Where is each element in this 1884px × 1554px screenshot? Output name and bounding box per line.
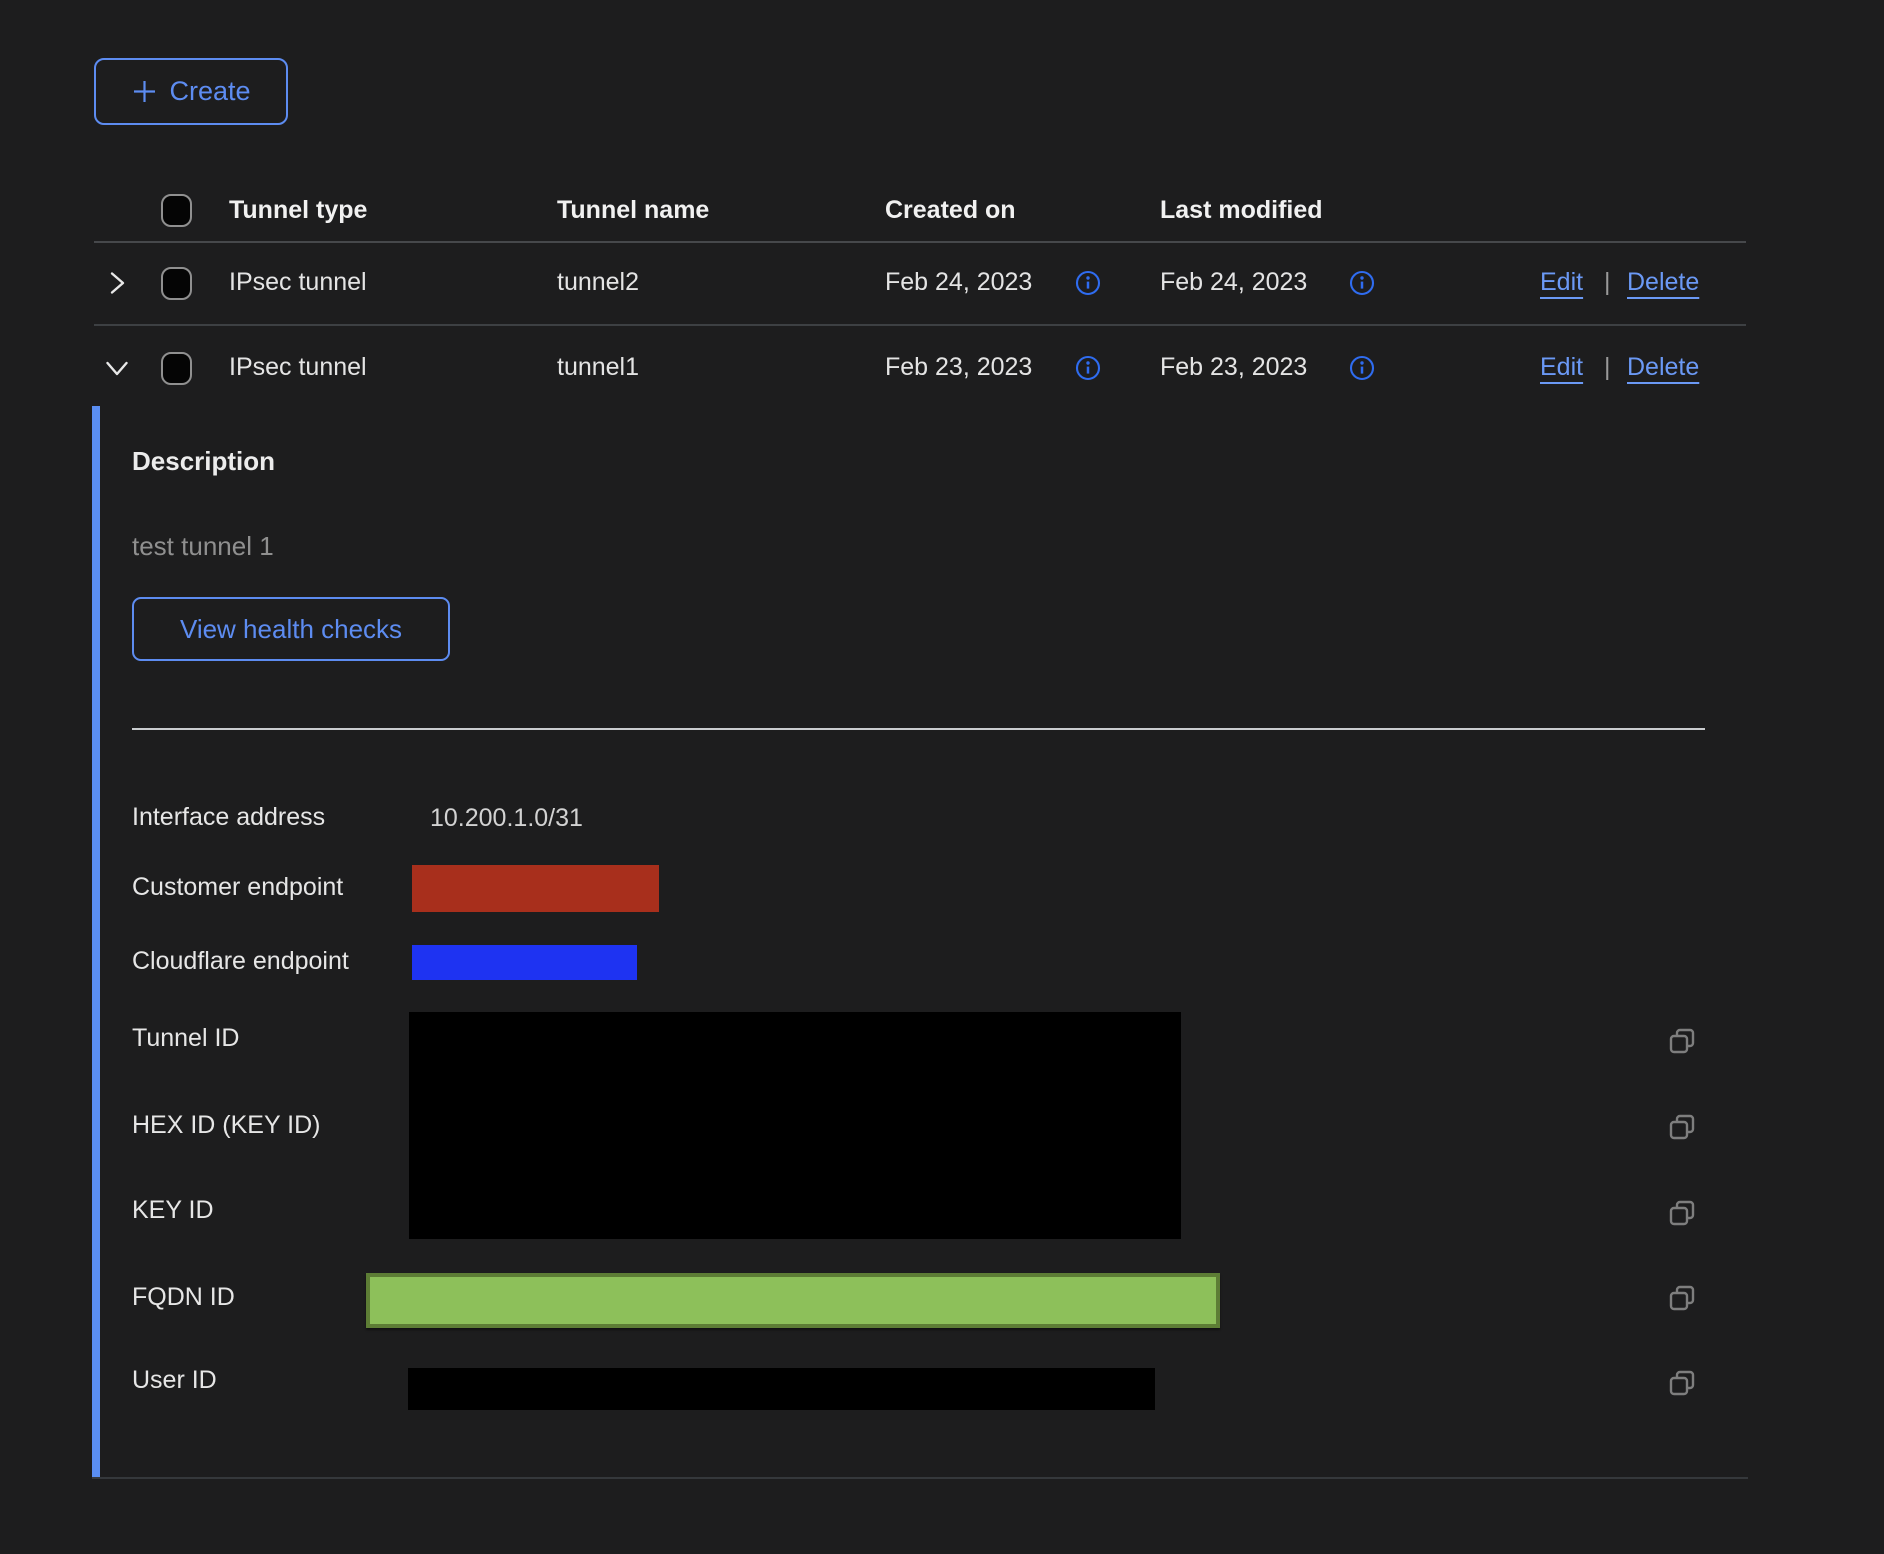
- copy-icon[interactable]: [1668, 1284, 1696, 1312]
- chevron-right-icon[interactable]: [102, 268, 132, 298]
- tunnel-id-label: Tunnel ID: [132, 1024, 239, 1053]
- panel-divider: [132, 728, 1705, 730]
- key-id-label: KEY ID: [132, 1196, 214, 1225]
- row-checkbox[interactable]: [161, 267, 192, 300]
- action-separator: |: [1604, 268, 1611, 297]
- row-checkbox[interactable]: [161, 352, 192, 385]
- copy-icon[interactable]: [1668, 1369, 1696, 1397]
- chevron-down-icon[interactable]: [102, 353, 132, 383]
- delete-link[interactable]: Delete: [1627, 353, 1699, 382]
- column-header-tunnel-name: Tunnel name: [557, 196, 709, 225]
- description-value: test tunnel 1: [132, 531, 274, 562]
- create-button-label: Create: [169, 76, 250, 107]
- fqdn-id-label: FQDN ID: [132, 1283, 235, 1312]
- hex-id-label: HEX ID (KEY ID): [132, 1111, 320, 1140]
- copy-icon[interactable]: [1668, 1199, 1696, 1227]
- cell-created-on: Feb 23, 2023: [885, 353, 1032, 382]
- customer-endpoint-redacted-value: [412, 865, 659, 912]
- cell-tunnel-type: IPsec tunnel: [229, 353, 367, 382]
- info-icon[interactable]: [1075, 270, 1101, 296]
- view-health-checks-button[interactable]: View health checks: [132, 597, 450, 661]
- interface-address-value: 10.200.1.0/31: [430, 804, 583, 833]
- cell-tunnel-type: IPsec tunnel: [229, 268, 367, 297]
- column-header-tunnel-type: Tunnel type: [229, 196, 367, 225]
- info-icon[interactable]: [1349, 355, 1375, 381]
- cell-tunnel-name: tunnel2: [557, 268, 639, 297]
- column-header-created-on: Created on: [885, 196, 1016, 225]
- delete-link[interactable]: Delete: [1627, 268, 1699, 297]
- action-separator: |: [1604, 353, 1611, 382]
- fqdn-id-redacted-value: [366, 1273, 1220, 1328]
- expand-indicator-bar: [92, 406, 100, 1477]
- edit-link[interactable]: Edit: [1540, 268, 1583, 297]
- description-label: Description: [132, 446, 275, 477]
- select-all-checkbox[interactable]: [161, 194, 192, 227]
- interface-address-label: Interface address: [132, 803, 325, 832]
- user-id-label: User ID: [132, 1366, 217, 1395]
- copy-icon[interactable]: [1668, 1027, 1696, 1055]
- cell-last-modified: Feb 23, 2023: [1160, 353, 1307, 382]
- copy-icon[interactable]: [1668, 1113, 1696, 1141]
- header-divider: [94, 241, 1746, 243]
- row-divider: [94, 324, 1746, 326]
- cell-tunnel-name: tunnel1: [557, 353, 639, 382]
- cloudflare-endpoint-label: Cloudflare endpoint: [132, 947, 349, 976]
- tunnels-page: Create Tunnel type Tunnel name Created o…: [0, 0, 1884, 1554]
- plus-icon: [131, 78, 158, 105]
- edit-link[interactable]: Edit: [1540, 353, 1583, 382]
- create-button[interactable]: Create: [94, 58, 288, 125]
- bottom-divider: [92, 1477, 1748, 1479]
- info-icon[interactable]: [1349, 270, 1375, 296]
- cell-created-on: Feb 24, 2023: [885, 268, 1032, 297]
- customer-endpoint-label: Customer endpoint: [132, 873, 343, 902]
- info-icon[interactable]: [1075, 355, 1101, 381]
- cell-last-modified: Feb 24, 2023: [1160, 268, 1307, 297]
- column-header-last-modified: Last modified: [1160, 196, 1323, 225]
- cloudflare-endpoint-redacted-value: [412, 945, 637, 980]
- user-id-redacted-value: [408, 1368, 1155, 1410]
- ids-redacted-value: [409, 1012, 1181, 1239]
